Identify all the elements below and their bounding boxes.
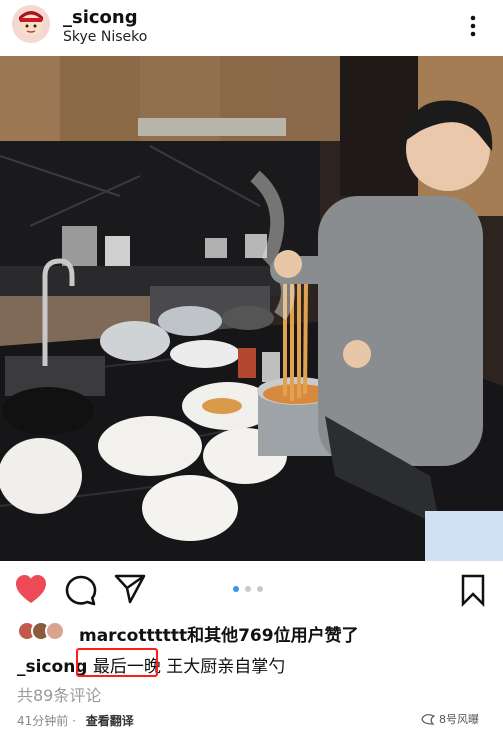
- highlight-annotation: [76, 648, 158, 677]
- heart-icon: [16, 575, 46, 603]
- carousel-indicator: [233, 586, 273, 594]
- post-time: 41分钟前: [17, 714, 69, 728]
- see-translation-link[interactable]: 查看翻译: [86, 714, 134, 728]
- comment-button[interactable]: [64, 574, 98, 608]
- caption-text: 王大厨亲自掌勺: [166, 657, 286, 677]
- likes-text[interactable]: marcotttttt和其他769位用户赞了: [79, 621, 359, 646]
- like-button[interactable]: [14, 573, 48, 607]
- liker-avatars: [17, 621, 73, 643]
- avatar-icon: [12, 5, 50, 43]
- watermark-icon: [421, 714, 435, 725]
- save-button[interactable]: [456, 573, 490, 608]
- liker-avatar: [45, 621, 65, 641]
- carousel-dot: [257, 586, 263, 592]
- carousel-dot: [245, 586, 251, 592]
- meta-separator: ·: [72, 714, 76, 728]
- watermark: 8号风曝: [421, 710, 491, 728]
- more-options-button[interactable]: [460, 13, 486, 39]
- share-button[interactable]: [113, 572, 147, 606]
- avatar[interactable]: [12, 5, 50, 43]
- post-meta: 41分钟前 · 查看翻译: [17, 712, 134, 729]
- bookmark-icon: [461, 574, 485, 608]
- post-location[interactable]: Skye Niseko: [63, 29, 147, 45]
- post-header: _sicong Skye Niseko: [0, 0, 503, 56]
- view-comments-link[interactable]: 共89条评论: [17, 682, 101, 706]
- comment-icon: [65, 575, 97, 606]
- send-icon: [114, 574, 146, 604]
- kitchen-photo-illustration: [0, 56, 503, 561]
- carousel-dot-active: [233, 586, 239, 592]
- post-username[interactable]: _sicong: [63, 7, 138, 28]
- post-photo[interactable]: [0, 56, 503, 561]
- watermark-text: 8号风曝: [439, 713, 479, 726]
- more-icon: [470, 15, 476, 37]
- post-actions: [0, 561, 503, 615]
